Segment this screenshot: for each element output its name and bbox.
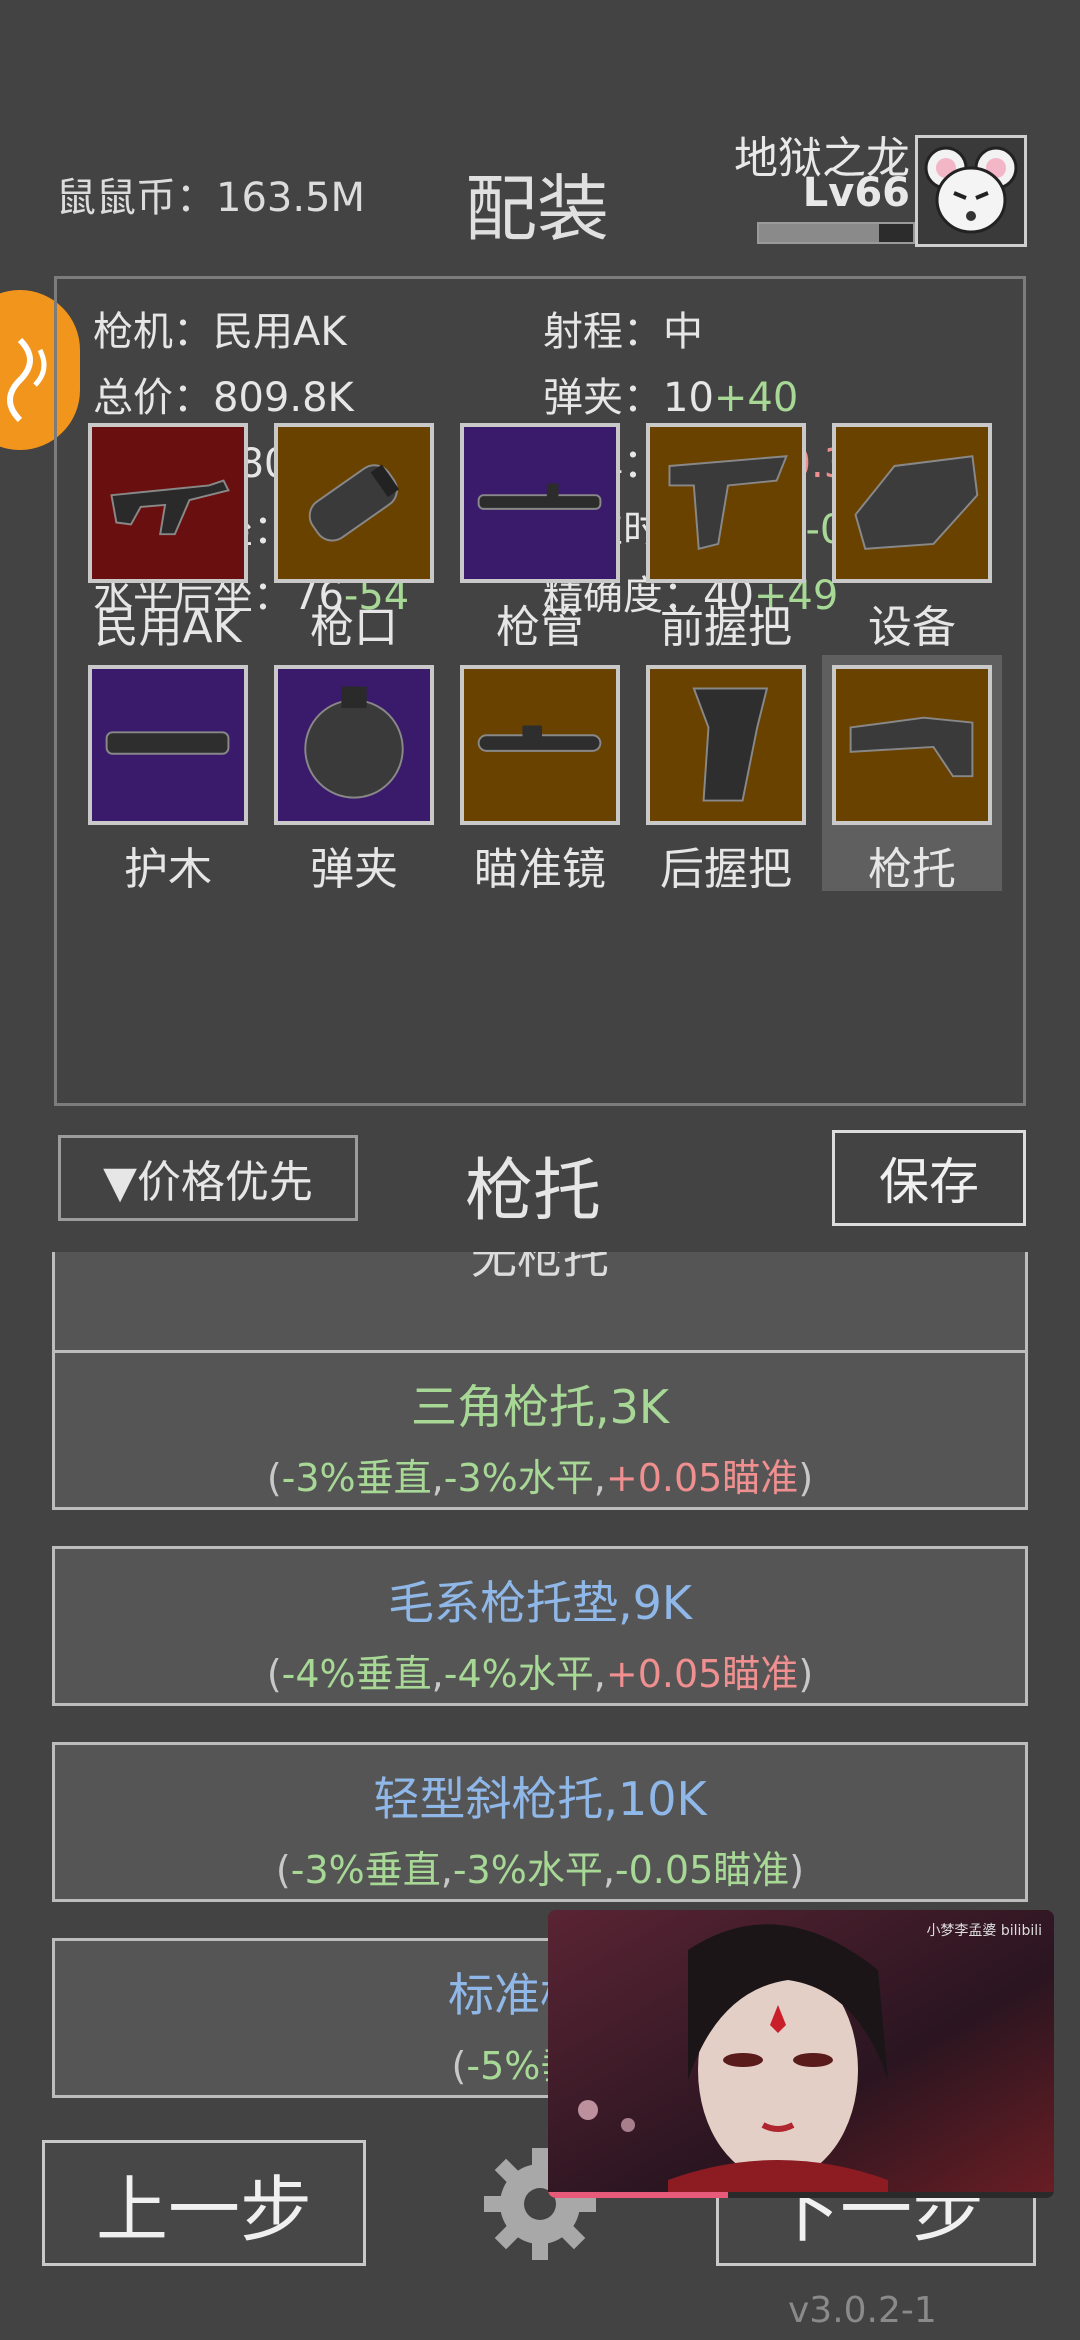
stock-option-name: 无枪托 xyxy=(471,1252,609,1284)
stat-value: 中 xyxy=(663,309,703,355)
stat-label: 射程： xyxy=(543,309,663,355)
attachment-slot-label: 前握把 xyxy=(660,602,792,653)
avatar[interactable] xyxy=(915,135,1027,247)
stat-label: 总价： xyxy=(93,375,213,421)
stat-row: 总价：809.8K xyxy=(93,365,354,423)
sort-price-button[interactable]: ▼价格优先 xyxy=(58,1135,358,1221)
attachment-slot-label: 瞄准镜 xyxy=(474,844,606,895)
stat-row: 射程：中 xyxy=(543,299,703,357)
rifle-icon xyxy=(110,479,230,536)
prev-step-button[interactable]: 上一步 xyxy=(42,2140,366,2266)
handguard-icon xyxy=(105,731,230,755)
stock-option-effects: (-3%垂直,-3%水平,-0.05瞄准) xyxy=(275,1848,805,1892)
stock-option-card[interactable]: 毛系枪托垫,9K (-4%垂直,-4%水平,+0.05瞄准) xyxy=(52,1546,1028,1706)
version-label: v3.0.2-1 xyxy=(788,2290,937,2331)
attachment-slot[interactable] xyxy=(274,423,434,583)
scope-icon xyxy=(477,725,602,752)
stock-icon xyxy=(849,716,974,778)
attachment-slot[interactable] xyxy=(460,665,620,825)
stock-option-name: 轻型斜枪托,10K xyxy=(373,1772,707,1826)
stat-row: 弹夹：10+40 xyxy=(543,365,798,423)
stock-option-name: 三角枪托,3K xyxy=(410,1380,670,1434)
stock-option-name: 毛系枪托垫,9K xyxy=(387,1576,693,1630)
attachment-slot[interactable] xyxy=(646,665,806,825)
save-button[interactable]: 保存 xyxy=(832,1130,1026,1226)
muzzle-icon xyxy=(308,464,400,542)
floating-video-overlay[interactable]: 小梦李孟婆 bilibili xyxy=(548,1910,1054,2198)
barrel-icon xyxy=(477,483,602,510)
stat-value: 10 xyxy=(663,375,714,421)
attachment-slot-label: 后握把 xyxy=(660,844,792,895)
stock-option-card[interactable]: 轻型斜枪托,10K (-3%垂直,-3%水平,-0.05瞄准) xyxy=(52,1742,1028,1902)
attachment-slot[interactable] xyxy=(88,423,248,583)
xp-progress-bar xyxy=(757,222,915,244)
video-watermark: 小梦李孟婆 bilibili xyxy=(926,1923,1042,1939)
attachment-slot[interactable] xyxy=(832,665,992,825)
stat-label: 弹夹： xyxy=(543,375,663,421)
attachment-slot[interactable] xyxy=(274,665,434,825)
attachment-slot-label: 弹夹 xyxy=(310,844,398,895)
section-title: 枪托 xyxy=(465,1152,602,1231)
attachment-slot-label: 护木 xyxy=(124,844,212,895)
stat-label: 枪机： xyxy=(93,309,213,355)
pistol-grip-icon xyxy=(692,687,769,802)
device-icon xyxy=(854,455,979,550)
attachment-slot[interactable] xyxy=(88,665,248,825)
coin-balance: 鼠鼠币：163.5M xyxy=(56,175,366,221)
stock-option-card[interactable]: 无枪托 xyxy=(52,1252,1028,1360)
attachment-slot-label: 设备 xyxy=(868,602,956,653)
attachment-slot[interactable] xyxy=(646,423,806,583)
stat-row: 枪机：民用AK xyxy=(93,299,347,357)
weapon-stats-panel: 枪机：民用AK总价：809.8K射速：380RPM垂直后坐：81-53水平后坐：… xyxy=(54,276,1026,1106)
attachment-slot-label: 民用AK xyxy=(94,602,242,653)
stat-value: 民用AK xyxy=(213,309,347,355)
page-title: 配装 xyxy=(465,167,610,251)
attachment-slot[interactable] xyxy=(832,423,992,583)
mouse-avatar-icon xyxy=(924,146,1018,234)
attachment-slot-label: 枪管 xyxy=(496,602,584,653)
video-frame-image xyxy=(548,1910,1054,2198)
magazine-icon xyxy=(304,686,404,799)
stock-option-effects: (-4%垂直,-4%水平,+0.05瞄准) xyxy=(266,1652,814,1696)
player-level: Lv66 xyxy=(802,170,910,216)
stat-value: 809.8K xyxy=(213,375,354,421)
xp-progress-fill xyxy=(759,224,880,242)
attachment-slot[interactable] xyxy=(460,423,620,583)
stock-option-card[interactable]: 三角枪托,3K (-3%垂直,-3%水平,+0.05瞄准) xyxy=(52,1350,1028,1510)
attachment-slot-label: 枪口 xyxy=(310,602,398,653)
stock-option-effects: (-3%垂直,-3%水平,+0.05瞄准) xyxy=(266,1456,814,1500)
stat-delta: +40 xyxy=(713,375,799,421)
foregrip-icon xyxy=(668,455,788,551)
attachment-slot-label: 枪托 xyxy=(868,844,956,895)
